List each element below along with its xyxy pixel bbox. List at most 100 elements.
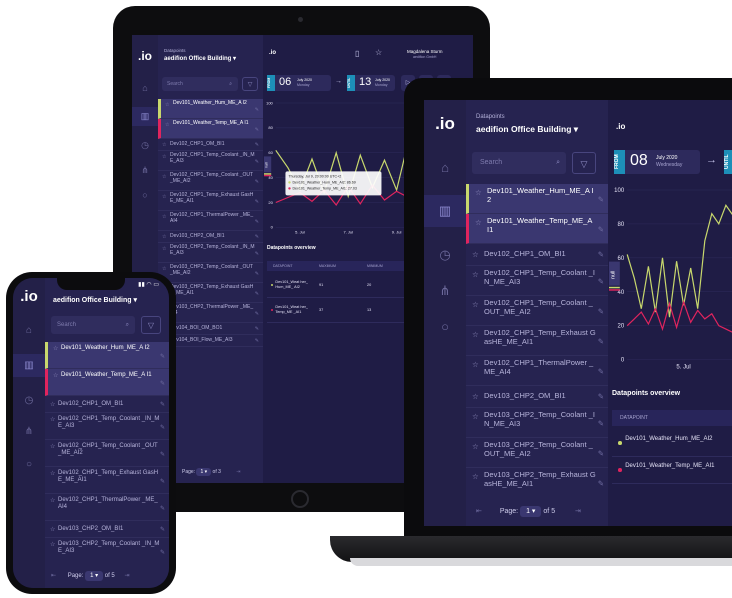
edit-icon[interactable]: ✎ <box>255 291 259 297</box>
first-page-icon[interactable]: ⇤ <box>51 573 56 579</box>
edit-icon[interactable]: ✎ <box>255 107 259 113</box>
edit-icon[interactable]: ✎ <box>598 367 604 376</box>
edit-icon[interactable]: ✎ <box>598 392 604 401</box>
from-date[interactable]: FROM 08 July 2020 Wednesday <box>614 150 700 174</box>
datapoint-item[interactable]: ☆ Dev102_CHP1_ThermalPower _ME_AI4 ✎ <box>466 356 608 386</box>
page-select[interactable]: 1 ▾ <box>196 468 212 476</box>
edit-icon[interactable]: ✎ <box>255 311 259 317</box>
edit-icon[interactable]: ✎ <box>160 380 165 387</box>
star-icon[interactable]: ☆ <box>50 541 55 548</box>
star-icon[interactable]: ☆ <box>375 48 382 57</box>
edit-icon[interactable]: ✎ <box>255 234 259 240</box>
search-icon[interactable]: ○ <box>132 190 158 200</box>
first-page-icon[interactable]: ⇤ <box>476 508 482 515</box>
star-icon[interactable]: ☆ <box>162 174 166 180</box>
home-icon[interactable]: ⌂ <box>424 160 466 175</box>
until-date[interactable]: UNTIL <box>724 150 732 174</box>
star-icon[interactable]: ☆ <box>50 526 55 533</box>
datapoint-item[interactable]: ☆ Dev103_CHP2_OM_BI1 ✎ <box>158 231 263 243</box>
datapoint-item[interactable]: ☆ Dev102_CHP1_Temp_Coolant _IN_ME_AI3 ✎ <box>158 151 263 171</box>
edit-icon[interactable]: ✎ <box>598 479 604 488</box>
star-icon[interactable]: ☆ <box>53 345 58 352</box>
datapoint-item[interactable]: ☆ Dev102_CHP1_Temp_Coolant _IN_ME_AI3 ✎ <box>466 266 608 296</box>
star-icon[interactable]: ☆ <box>162 266 166 272</box>
datapoint-item[interactable]: ☆ Dev101_Weather_Temp_ME_A I1 ✎ <box>45 369 169 396</box>
datapoint-item[interactable]: ☆ Dev103_CHP2_Temp_Exhaust GasHE_ME_AI1✎ <box>466 468 608 490</box>
datapoint-item[interactable]: ☆ Dev102_CHP1_Temp_Exhaust GasHE_ME_AI1 ✎ <box>45 467 169 494</box>
datapoint-item[interactable]: ☆ Dev103_CHP2_OM_BI1 ✎ <box>45 521 169 538</box>
edit-icon[interactable]: ✎ <box>255 179 259 185</box>
star-icon[interactable]: ☆ <box>162 194 166 200</box>
datapoint-item[interactable]: ☆ Dev101_Weather_Hum_ME_A I2 ✎ <box>45 342 169 369</box>
edit-icon[interactable]: ✎ <box>160 401 165 408</box>
datapoint-item[interactable]: ☆ Dev102_CHP1_Temp_Exhaust GasHE_ME_AI1 ✎ <box>158 191 263 211</box>
datapoint-item[interactable]: ☆ Dev103_CHP2_Temp_Coolant _OUT_ME_AI2 ✎ <box>466 438 608 468</box>
datapoint-item[interactable]: ☆ Dev102_CHP1_Temp_Coolant _IN_ME_AI3 ✎ <box>45 413 169 440</box>
star-icon[interactable]: ☆ <box>50 470 55 477</box>
datapoint-item[interactable]: ☆ Dev103_CHP2_Temp_Coolant _IN_ME_AI3 ✎ <box>158 243 263 263</box>
edit-icon[interactable]: ✎ <box>598 449 604 458</box>
tablet-home-button[interactable] <box>291 490 309 508</box>
next-page-icon[interactable]: ⇥ <box>575 508 581 515</box>
star-icon[interactable]: ☆ <box>50 416 55 423</box>
clock-icon[interactable]: ◷ <box>132 140 158 151</box>
star-icon[interactable]: ☆ <box>162 246 166 252</box>
page-select[interactable]: 1 ▾ <box>85 571 104 581</box>
datapoint-item[interactable]: ☆ Dev102_CHP1_OM_BI1 ✎ <box>45 396 169 413</box>
star-icon[interactable]: ☆ <box>475 188 482 197</box>
star-icon[interactable]: ☆ <box>472 392 479 401</box>
edit-icon[interactable]: ✎ <box>598 225 604 234</box>
edit-icon[interactable]: ✎ <box>255 326 259 332</box>
edit-icon[interactable]: ✎ <box>598 195 604 204</box>
search-input[interactable]: Search ⌕ <box>472 152 566 174</box>
star-icon[interactable]: ☆ <box>53 372 58 379</box>
laptop-chart[interactable]: 1008060402005. Julnull <box>608 184 732 374</box>
star-icon[interactable]: ☆ <box>472 270 479 279</box>
home-icon[interactable]: ⌂ <box>13 325 45 336</box>
star-icon[interactable]: ☆ <box>475 218 482 227</box>
clock-icon[interactable]: ◷ <box>424 247 466 263</box>
edit-icon[interactable]: ✎ <box>598 337 604 346</box>
datapoint-item[interactable]: ☆ Dev101_Weather_Hum_ME_A I2 ✎ <box>466 184 608 214</box>
search-input[interactable]: Search ⌕ <box>51 316 135 334</box>
datapoint-item[interactable]: ☆ Dev102_CHP1_ThermalPower _ME_AI4 ✎ <box>158 211 263 231</box>
star-icon[interactable]: ☆ <box>162 142 166 148</box>
edit-icon[interactable]: ✎ <box>598 250 604 259</box>
datapoint-item[interactable]: ☆ Dev102_CHP1_Temp_Coolant _OUT_ME_AI2 ✎ <box>158 171 263 191</box>
search-icon[interactable]: ○ <box>424 319 466 334</box>
filter-button[interactable]: ▽ <box>141 316 161 334</box>
hierarchy-icon[interactable]: ⋔ <box>424 283 466 299</box>
until-date[interactable]: UNTIL 13 July 2020 Monday <box>347 75 395 91</box>
edit-icon[interactable]: ✎ <box>255 338 259 344</box>
hierarchy-icon[interactable]: ⋔ <box>132 165 158 176</box>
star-icon[interactable]: ☆ <box>472 442 479 451</box>
star-icon[interactable]: ☆ <box>472 412 479 421</box>
edit-icon[interactable]: ✎ <box>255 219 259 225</box>
datapoint-item[interactable]: ☆ Dev103_CHP2_Temp_Coolant _IN_ME_AI3 ✎ <box>45 538 169 562</box>
search-icon[interactable]: ○ <box>13 459 45 470</box>
datapoint-item[interactable]: ☆ Dev102_CHP1_Temp_Coolant _OUT_ME_AI2 ✎ <box>466 296 608 326</box>
edit-icon[interactable]: ✎ <box>255 251 259 257</box>
edit-icon[interactable]: ✎ <box>255 199 259 205</box>
datapoint-item[interactable]: ☆ Dev102_CHP1_Temp_Coolant _OUT_ME_AI2 ✎ <box>45 440 169 467</box>
star-icon[interactable]: ☆ <box>165 102 169 108</box>
datapoint-item[interactable]: ☆ Dev102_CHP1_ThermalPower _ME_AI4 ✎ <box>45 494 169 521</box>
star-icon[interactable]: ☆ <box>472 472 479 481</box>
datapoint-item[interactable]: ☆ Dev101_Weather_Temp_ME_A I1 ✎ <box>466 214 608 244</box>
edit-icon[interactable]: ✎ <box>160 526 165 533</box>
edit-icon[interactable]: ✎ <box>160 505 165 512</box>
datapoint-item[interactable]: ☆ Dev101_Weather_Hum_ME_A I2 ✎ <box>158 99 263 119</box>
page-select[interactable]: 1 ▾ <box>520 506 542 517</box>
star-icon[interactable]: ☆ <box>472 300 479 309</box>
user-name[interactable]: Magdalena Sturm <box>407 49 443 54</box>
next-page-icon[interactable]: ⇥ <box>236 469 240 475</box>
edit-icon[interactable]: ✎ <box>160 353 165 360</box>
datapoint-item[interactable]: ☆ Dev102_CHP1_OM_BI1 ✎ <box>466 244 608 266</box>
next-page-icon[interactable]: ⇥ <box>124 573 129 579</box>
chart-icon[interactable]: ▥ <box>424 195 466 227</box>
star-icon[interactable]: ☆ <box>162 234 166 240</box>
star-icon[interactable]: ☆ <box>165 122 169 128</box>
datapoint-item[interactable]: ☆ Dev102_CHP1_Temp_Exhaust GasHE_ME_AI1 ✎ <box>466 326 608 356</box>
edit-icon[interactable]: ✎ <box>255 142 259 148</box>
overview-row[interactable]: Dev101_Weather_Hum_ME_AI2 <box>612 430 732 457</box>
